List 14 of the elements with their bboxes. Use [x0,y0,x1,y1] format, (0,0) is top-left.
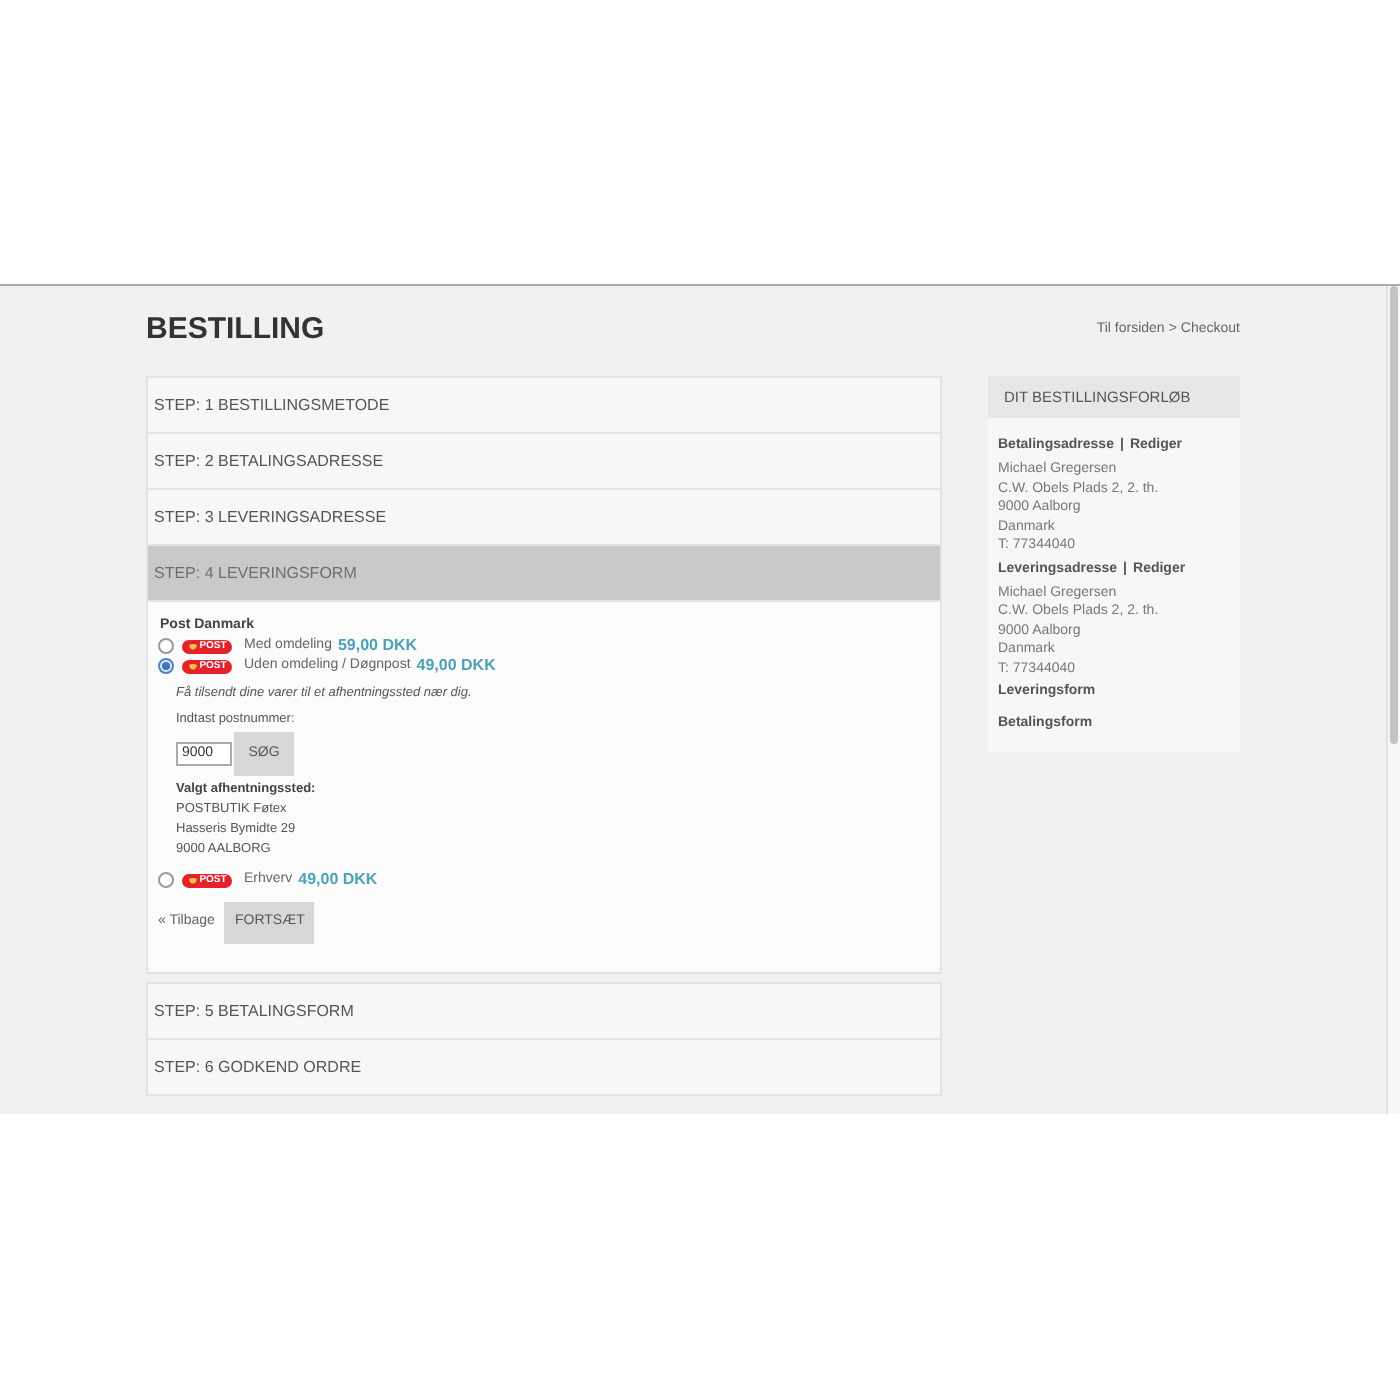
page-title: BESTILLING [146,310,325,350]
option-price: 49,00 DKK [416,656,496,676]
radio-button[interactable] [158,638,174,654]
step-header[interactable]: STEP: 1 BESTILLINGSMETODE [148,378,940,434]
option-price: 59,00 DKK [337,636,418,656]
step-header[interactable]: STEP: 6 GODKEND ORDRE [148,1040,940,1096]
horn-icon [187,875,198,885]
step-header[interactable]: STEP: 3 LEVERINGSADRESSE [148,490,940,546]
step-header[interactable]: STEP: 5 BETALINGSFORM [148,984,940,1040]
step-header[interactable]: STEP: 2 BETALINGSADRESSE [148,434,940,490]
scrollbar-track[interactable] [1386,286,1400,1114]
radio-button[interactable] [158,658,174,674]
radio-button[interactable] [158,872,174,888]
option-price: 49,00 DKK [298,870,378,890]
